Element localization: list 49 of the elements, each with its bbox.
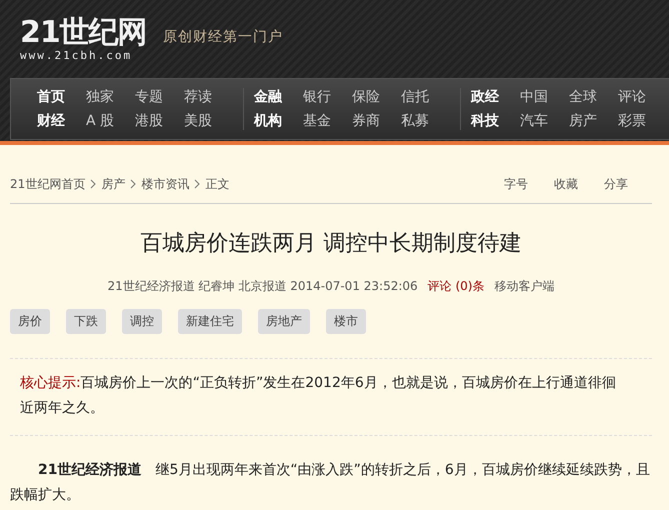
nav-link[interactable]: 专题 — [135, 88, 184, 106]
tag[interactable]: 新建住宅 — [178, 309, 242, 334]
nav-link[interactable]: A 股 — [86, 112, 135, 130]
nav-link[interactable]: 全球 — [569, 88, 618, 106]
nav-link[interactable]: 券商 — [352, 112, 401, 130]
summary-paragraph: 核心提示:百城房价上一次的“正负转折”发生在2012年6月，也就是说，百城房价在上行通道徘徊近两年之久。 — [10, 358, 652, 436]
site-url: www.21cbh.com — [20, 49, 134, 62]
nav-link[interactable]: 金融 — [254, 88, 303, 106]
body-paragraph: 21世纪经济报道 继5月出现两年来首次“由涨入跌”的转折之后，6月，百城房价继续延续跌势，且跌幅扩大。 — [10, 460, 651, 505]
nav-link[interactable]: 汽车 — [520, 112, 569, 130]
nav-link[interactable]: 保险 — [352, 88, 401, 106]
article-source: 21世纪经济报道 纪睿坤 北京报道 2014-07-01 23:52:06 — [108, 278, 418, 295]
tool-link[interactable]: 分享 — [604, 176, 628, 192]
chevron-right-icon — [194, 179, 200, 189]
chevron-right-icon — [90, 179, 96, 189]
nav-link[interactable]: 港股 — [135, 112, 184, 130]
nav-link[interactable]: 中国 — [520, 88, 569, 106]
tag[interactable]: 楼市 — [326, 309, 366, 334]
nav-link[interactable]: 荐读 — [184, 88, 233, 106]
article-title: 百城房价连跌两月 调控中长期制度待建 — [140, 230, 522, 258]
nav-link[interactable]: 首页 — [37, 88, 86, 106]
nav-link[interactable]: 独家 — [86, 88, 135, 106]
nav-link[interactable]: 信托 — [401, 88, 450, 106]
tag[interactable]: 调控 — [122, 309, 162, 334]
nav-link[interactable]: 银行 — [303, 88, 352, 106]
nav-link[interactable]: 政经 — [471, 88, 520, 106]
nav-link[interactable]: 美股 — [184, 112, 233, 130]
chevron-right-icon — [130, 179, 136, 189]
breadcrumb-link[interactable]: 楼市资讯 — [141, 176, 190, 192]
breadcrumb-link[interactable]: 正文 — [205, 176, 230, 192]
breadcrumb-link[interactable]: 21世纪网首页 — [10, 176, 86, 192]
tag[interactable]: 房地产 — [258, 309, 310, 334]
nav-link[interactable]: 房产 — [569, 112, 618, 130]
tool-link[interactable]: 收藏 — [554, 176, 578, 192]
comments-link[interactable]: 评论 (0)条 — [428, 278, 484, 295]
nav-link[interactable]: 科技 — [471, 112, 520, 130]
nav-link[interactable]: 私募 — [401, 112, 450, 130]
site-slogan: 原创财经第一门户 — [162, 28, 283, 46]
tag[interactable]: 房价 — [10, 309, 50, 334]
tag[interactable]: 下跌 — [66, 309, 106, 334]
mobile-client-link[interactable]: 移动客户端 — [494, 278, 554, 295]
nav-link[interactable]: 机构 — [254, 112, 303, 130]
breadcrumb-link[interactable]: 房产 — [101, 176, 126, 192]
nav-link[interactable]: 基金 — [303, 112, 352, 130]
tool-link[interactable]: 字号 — [504, 176, 528, 192]
nav-link[interactable]: 评论 — [618, 88, 667, 106]
nav-link[interactable]: 彩票 — [618, 112, 667, 130]
site-logo[interactable]: 21世纪网 — [20, 17, 147, 49]
nav-link[interactable]: 财经 — [37, 112, 86, 130]
